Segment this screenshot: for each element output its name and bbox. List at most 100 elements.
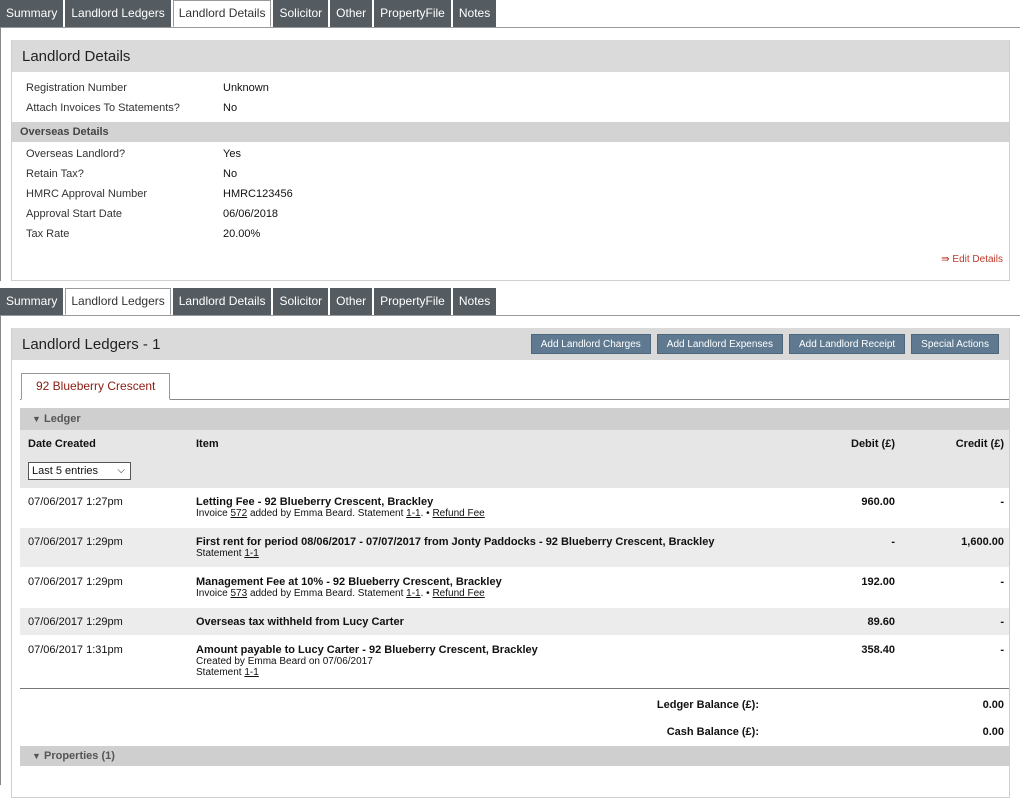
entries-filter-select[interactable]: Last 5 entries ⌵ — [28, 462, 131, 480]
row-debit: 358.40 — [861, 644, 895, 656]
add-landlord-charges-button[interactable]: Add Landlord Charges — [530, 334, 651, 354]
statement-link[interactable]: 1-1 — [406, 508, 420, 519]
properties-section-bar[interactable]: ▼ Properties (1) — [20, 746, 1009, 766]
chevron-down-icon: ⌵ — [117, 465, 125, 476]
row-item-title: First rent for period 08/06/2017 - 07/07… — [196, 536, 715, 548]
row-item-sub: Invoice 573 added by Emma Beard. Stateme… — [196, 588, 485, 599]
edit-details-link[interactable]: ⇛ Edit Details — [12, 244, 1009, 271]
ledger-header-row: Date Created Item Debit (£) Credit (£) L… — [20, 430, 1009, 488]
ledger-balance-label: Ledger Balance (£): — [656, 699, 759, 711]
row-item-title: Management Fee at 10% - 92 Blueberry Cre… — [196, 576, 502, 588]
tab-summary[interactable]: Summary — [0, 0, 64, 27]
cash-balance-value: 0.00 — [982, 726, 1004, 738]
field-approval-start-date: Approval Start Date 06/06/2018 — [12, 204, 1009, 224]
ledger-actions: Add Landlord Charges Add Landlord Expens… — [530, 334, 999, 354]
row-item: Management Fee at 10% - 92 Blueberry Cre… — [196, 576, 502, 599]
row-credit: 1,600.00 — [961, 536, 1004, 548]
row-created-by: Created by Emma Beard on 07/06/2017 — [196, 656, 373, 667]
tab-notes[interactable]: Notes — [452, 0, 497, 27]
field-hmrc-approval: HMRC Approval Number HMRC123456 — [12, 184, 1009, 204]
collapse-arrow-icon: ▼ — [32, 751, 41, 761]
invoice-link[interactable]: 573 — [230, 588, 247, 599]
field-label: Registration Number — [26, 82, 127, 94]
row-debit: 192.00 — [861, 576, 895, 588]
ledger-balance-value: 0.00 — [982, 699, 1004, 711]
statement-link[interactable]: 1-1 — [244, 667, 258, 678]
overseas-section-bar: Overseas Details — [12, 122, 1009, 142]
refund-fee-link[interactable]: Refund Fee — [432, 588, 484, 599]
table-row: 07/06/2017 1:29pm Overseas tax withheld … — [20, 608, 1009, 636]
special-actions-button[interactable]: Special Actions — [911, 334, 999, 354]
details-title: Landlord Details — [22, 47, 131, 65]
field-retain-tax: Retain Tax? No — [12, 164, 1009, 184]
add-landlord-expenses-button[interactable]: Add Landlord Expenses — [656, 334, 783, 354]
tab-landlord-ledgers[interactable]: Landlord Ledgers — [65, 288, 171, 315]
row-credit: - — [1000, 644, 1004, 656]
field-value: Yes — [223, 148, 241, 160]
row-date: 07/06/2017 1:27pm — [28, 496, 123, 508]
tab-notes[interactable]: Notes — [452, 288, 497, 315]
col-header-item: Item — [196, 438, 219, 450]
field-registration-number: Registration Number Unknown — [12, 78, 1009, 98]
field-attach-invoices: Attach Invoices To Statements? No — [12, 98, 1009, 118]
tab-landlord-details[interactable]: Landlord Details — [172, 288, 272, 315]
bullet-icon: • — [426, 588, 430, 599]
tab-landlord-ledgers[interactable]: Landlord Ledgers — [65, 0, 171, 27]
ledgers-title: Landlord Ledgers - 1 — [22, 335, 161, 353]
entries-filter-value: Last 5 entries — [32, 465, 99, 477]
details-header: Landlord Details — [12, 40, 1009, 72]
statement-link[interactable]: 1-1 — [244, 548, 258, 559]
tab-landlord-details[interactable]: Landlord Details — [172, 0, 272, 27]
ledger-section-bar[interactable]: ▼ Ledger — [20, 408, 1009, 430]
tab-propertyfile[interactable]: PropertyFile — [374, 0, 451, 27]
field-value: No — [223, 168, 238, 180]
property-tab[interactable]: 92 Blueberry Crescent — [21, 373, 171, 400]
table-row: 07/06/2017 1:29pm Management Fee at 10% … — [20, 568, 1009, 608]
row-date: 07/06/2017 1:29pm — [28, 576, 123, 588]
table-row: 07/06/2017 1:27pm Letting Fee - 92 Blueb… — [20, 488, 1009, 528]
tab-other[interactable]: Other — [330, 0, 373, 27]
table-row: 07/06/2017 1:31pm Amount payable to Lucy… — [20, 636, 1009, 688]
statement-label: Statement — [196, 548, 242, 559]
invoice-label: Invoice — [196, 588, 228, 599]
col-header-debit: Debit (£) — [851, 438, 895, 450]
col-header-credit: Credit (£) — [955, 438, 1004, 450]
row-debit: 89.60 — [867, 616, 895, 628]
row-date: 07/06/2017 1:29pm — [28, 616, 123, 628]
top-tab-bar: Summary Landlord Ledgers Landlord Detail… — [0, 0, 1020, 27]
add-landlord-receipt-button[interactable]: Add Landlord Receipt — [788, 334, 906, 354]
ledger-section-label: Ledger — [43, 413, 81, 425]
field-label: Approval Start Date — [26, 208, 122, 220]
field-label: Tax Rate — [26, 228, 70, 240]
tab-propertyfile[interactable]: PropertyFile — [374, 288, 451, 315]
refund-fee-link[interactable]: Refund Fee — [432, 508, 484, 519]
tab-solicitor[interactable]: Solicitor — [273, 288, 329, 315]
tab-solicitor[interactable]: Solicitor — [273, 0, 329, 27]
field-value: Unknown — [223, 82, 269, 94]
field-label: Attach Invoices To Statements? — [26, 102, 180, 114]
statement-link[interactable]: 1-1 — [406, 588, 420, 599]
field-value: 06/06/2018 — [223, 208, 279, 220]
field-value: HMRC123456 — [223, 188, 293, 200]
row-item-title: Amount payable to Lucy Carter - 92 Blueb… — [196, 644, 538, 656]
invoice-link[interactable]: 572 — [230, 508, 247, 519]
collapse-arrow-icon: ▼ — [32, 414, 41, 424]
cash-balance-label: Cash Balance (£): — [666, 726, 759, 738]
tab-other[interactable]: Other — [330, 288, 373, 315]
row-date: 07/06/2017 1:29pm — [28, 536, 123, 548]
details-panel-wrap: Landlord Details Registration Number Unk… — [0, 27, 1020, 281]
edit-icon: ⇛ — [941, 254, 953, 265]
field-value: 20.00% — [223, 228, 261, 240]
ledgers-header: Landlord Ledgers - 1 Add Landlord Charge… — [12, 328, 1009, 360]
ledgers-panel: Landlord Ledgers - 1 Add Landlord Charge… — [11, 328, 1010, 798]
row-item: Overseas tax withheld from Lucy Carter — [196, 616, 404, 628]
statement-label: Statement — [196, 667, 242, 678]
ledger-table: Date Created Item Debit (£) Credit (£) L… — [20, 430, 1009, 688]
row-date: 07/06/2017 1:31pm — [28, 644, 123, 656]
row-debit: 960.00 — [861, 496, 895, 508]
invoice-label: Invoice — [196, 508, 228, 519]
col-header-date: Date Created — [28, 438, 96, 450]
tab-summary[interactable]: Summary — [0, 288, 64, 315]
added-by-text: added by Emma Beard. Statement — [249, 588, 404, 599]
bullet-icon: • — [426, 508, 430, 519]
